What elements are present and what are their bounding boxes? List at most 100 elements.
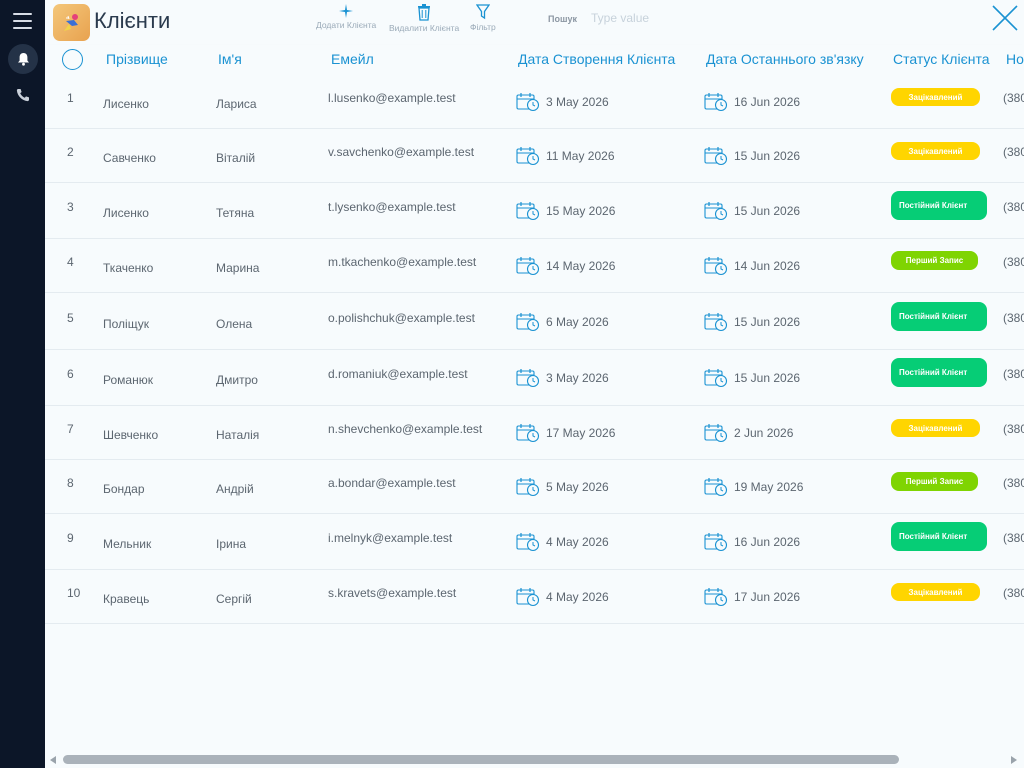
created-date-text: 14 May 2026	[546, 259, 616, 273]
calendar-clock-icon	[704, 313, 728, 332]
table-row[interactable]: 3 Лисенко Тетяна t.lysenko@example.test 15 M…	[45, 183, 1024, 239]
table-row[interactable]: 7 Шевченко Наталія n.shevchenko@example.tes…	[45, 406, 1024, 460]
row-number: 6	[67, 367, 74, 381]
cell-phone: (380	[1003, 145, 1024, 159]
hamburger-menu-icon[interactable]	[13, 13, 32, 29]
cell-email[interactable]: t.lysenko@example.test	[328, 200, 456, 214]
close-icon[interactable]	[991, 4, 1019, 32]
add-client-button[interactable]: Додати Клієнта	[316, 4, 376, 30]
column-header-last-name[interactable]: Прізвище	[106, 51, 168, 67]
cell-email[interactable]: v.savchenko@example.test	[328, 145, 474, 159]
status-badge[interactable]: Постійний Клієнт	[891, 191, 987, 220]
created-date-text: 3 May 2026	[546, 371, 609, 385]
cell-created-date: 11 May 2026	[516, 146, 615, 166]
sparkle-icon	[339, 4, 354, 18]
cell-email[interactable]: i.melnyk@example.test	[328, 531, 452, 545]
status-badge[interactable]: Постійний Клієнт	[891, 522, 987, 551]
status-badge[interactable]: Зацікавлений	[891, 583, 980, 601]
horizontal-scrollbar[interactable]	[63, 755, 899, 764]
status-badge[interactable]: Постійний Клієнт	[891, 358, 987, 387]
status-badge[interactable]: Перший Запис	[891, 251, 978, 270]
column-header-phone[interactable]: Но	[1006, 51, 1024, 67]
row-number: 9	[67, 531, 74, 545]
cell-phone: (380	[1003, 311, 1024, 325]
main-content: Клієнти Додати Клієнта Видалити Клієнта …	[45, 0, 1024, 768]
cell-last-name: Мельник	[103, 537, 152, 551]
calendar-clock-icon	[704, 369, 728, 388]
filter-button[interactable]: Фільтр	[470, 4, 496, 32]
cell-phone: (380	[1003, 200, 1024, 214]
status-badge[interactable]: Перший Запис	[891, 472, 978, 491]
cell-last-name: Шевченко	[103, 428, 159, 442]
table-row[interactable]: 5 Поліщук Олена o.polishchuk@example.test 6 …	[45, 293, 1024, 350]
status-badge[interactable]: Зацікавлений	[891, 142, 980, 160]
cell-phone: (380	[1003, 586, 1024, 600]
cell-first-name: Дмитро	[216, 373, 258, 387]
status-badge[interactable]: Зацікавлений	[891, 88, 980, 106]
table-row[interactable]: 2 Савченко Віталій v.savchenko@example.test…	[45, 129, 1024, 183]
last-contact-date-text: 17 Jun 2026	[734, 590, 801, 604]
search-label: Пошук	[548, 14, 577, 24]
cell-created-date: 5 May 2026	[516, 477, 609, 497]
scroll-right-arrow-icon[interactable]	[1011, 756, 1017, 764]
cell-email[interactable]: l.lusenko@example.test	[328, 91, 456, 105]
cell-last-contact-date: 16 Jun 2026	[704, 532, 800, 552]
status-badge[interactable]: Зацікавлений	[891, 419, 980, 437]
last-contact-date-text: 16 Jun 2026	[734, 95, 801, 109]
cell-last-name: Кравець	[103, 592, 150, 606]
created-date-text: 17 May 2026	[546, 426, 616, 440]
column-header-created-date[interactable]: Дата Створення Клієнта	[518, 51, 675, 67]
column-header-first-name[interactable]: Ім'я	[218, 51, 242, 67]
cell-created-date: 3 May 2026	[516, 92, 609, 112]
table-row[interactable]: 10 Кравець Сергій s.kravets@example.test 4 M…	[45, 570, 1024, 624]
column-header-email[interactable]: Емейл	[331, 51, 374, 67]
delete-client-button[interactable]: Видалити Клієнта	[389, 4, 459, 33]
cell-email[interactable]: n.shevchenko@example.test	[328, 422, 482, 436]
table-row[interactable]: 9 Мельник Ірина i.melnyk@example.test 4 May …	[45, 514, 1024, 570]
cell-last-contact-date: 14 Jun 2026	[704, 256, 800, 276]
table-row[interactable]: 6 Романюк Дмитро d.romaniuk@example.test 3 M…	[45, 350, 1024, 406]
table-row[interactable]: 8 Бондар Андрій a.bondar@example.test 5 May …	[45, 460, 1024, 514]
page-header: Клієнти Додати Клієнта Видалити Клієнта …	[45, 0, 1024, 45]
cell-phone: (380	[1003, 91, 1024, 105]
last-contact-date-text: 15 Jun 2026	[734, 371, 801, 385]
last-contact-date-text: 15 Jun 2026	[734, 315, 801, 329]
search-input[interactable]	[591, 9, 731, 27]
table-row[interactable]: 1 Лисенко Лариса l.lusenko@example.test 3 Ma…	[45, 75, 1024, 129]
calendar-clock-icon	[704, 257, 728, 276]
bell-icon[interactable]	[8, 44, 38, 74]
cell-email[interactable]: s.kravets@example.test	[328, 586, 456, 600]
cell-last-name: Ткаченко	[103, 261, 154, 275]
row-number: 8	[67, 476, 74, 490]
cell-last-contact-date: 17 Jun 2026	[704, 587, 800, 607]
calendar-clock-icon	[516, 93, 540, 112]
table-row[interactable]: 4 Ткаченко Марина m.tkachenko@example.test 1…	[45, 239, 1024, 293]
calendar-clock-icon	[704, 533, 728, 552]
row-number: 3	[67, 200, 74, 214]
column-header-status[interactable]: Статус Клієнта	[893, 51, 990, 67]
calendar-clock-icon	[516, 478, 540, 497]
cell-email[interactable]: a.bondar@example.test	[328, 476, 456, 490]
scroll-left-arrow-icon[interactable]	[50, 756, 56, 764]
cell-email[interactable]: m.tkachenko@example.test	[328, 255, 476, 269]
select-all-checkbox[interactable]	[62, 49, 83, 70]
cell-last-contact-date: 15 Jun 2026	[704, 368, 800, 388]
cell-created-date: 4 May 2026	[516, 532, 609, 552]
cell-phone: (380	[1003, 422, 1024, 436]
cell-created-date: 15 May 2026	[516, 201, 615, 221]
column-header-last-contact[interactable]: Дата Останнього зв'язку	[706, 51, 864, 67]
calendar-clock-icon	[704, 147, 728, 166]
last-contact-date-text: 19 May 2026	[734, 480, 804, 494]
created-date-text: 6 May 2026	[546, 315, 609, 329]
cell-last-contact-date: 16 Jun 2026	[704, 92, 800, 112]
status-badge[interactable]: Постійний Клієнт	[891, 302, 987, 331]
cell-first-name: Сергій	[216, 592, 252, 606]
cell-first-name: Андрій	[216, 482, 254, 496]
cell-email[interactable]: o.polishchuk@example.test	[328, 311, 475, 325]
page-title: Клієнти	[94, 8, 171, 33]
cell-phone: (380	[1003, 531, 1024, 545]
calendar-clock-icon	[516, 257, 540, 276]
calendar-clock-icon	[704, 478, 728, 497]
cell-email[interactable]: d.romaniuk@example.test	[328, 367, 468, 381]
phone-icon[interactable]	[14, 86, 32, 104]
